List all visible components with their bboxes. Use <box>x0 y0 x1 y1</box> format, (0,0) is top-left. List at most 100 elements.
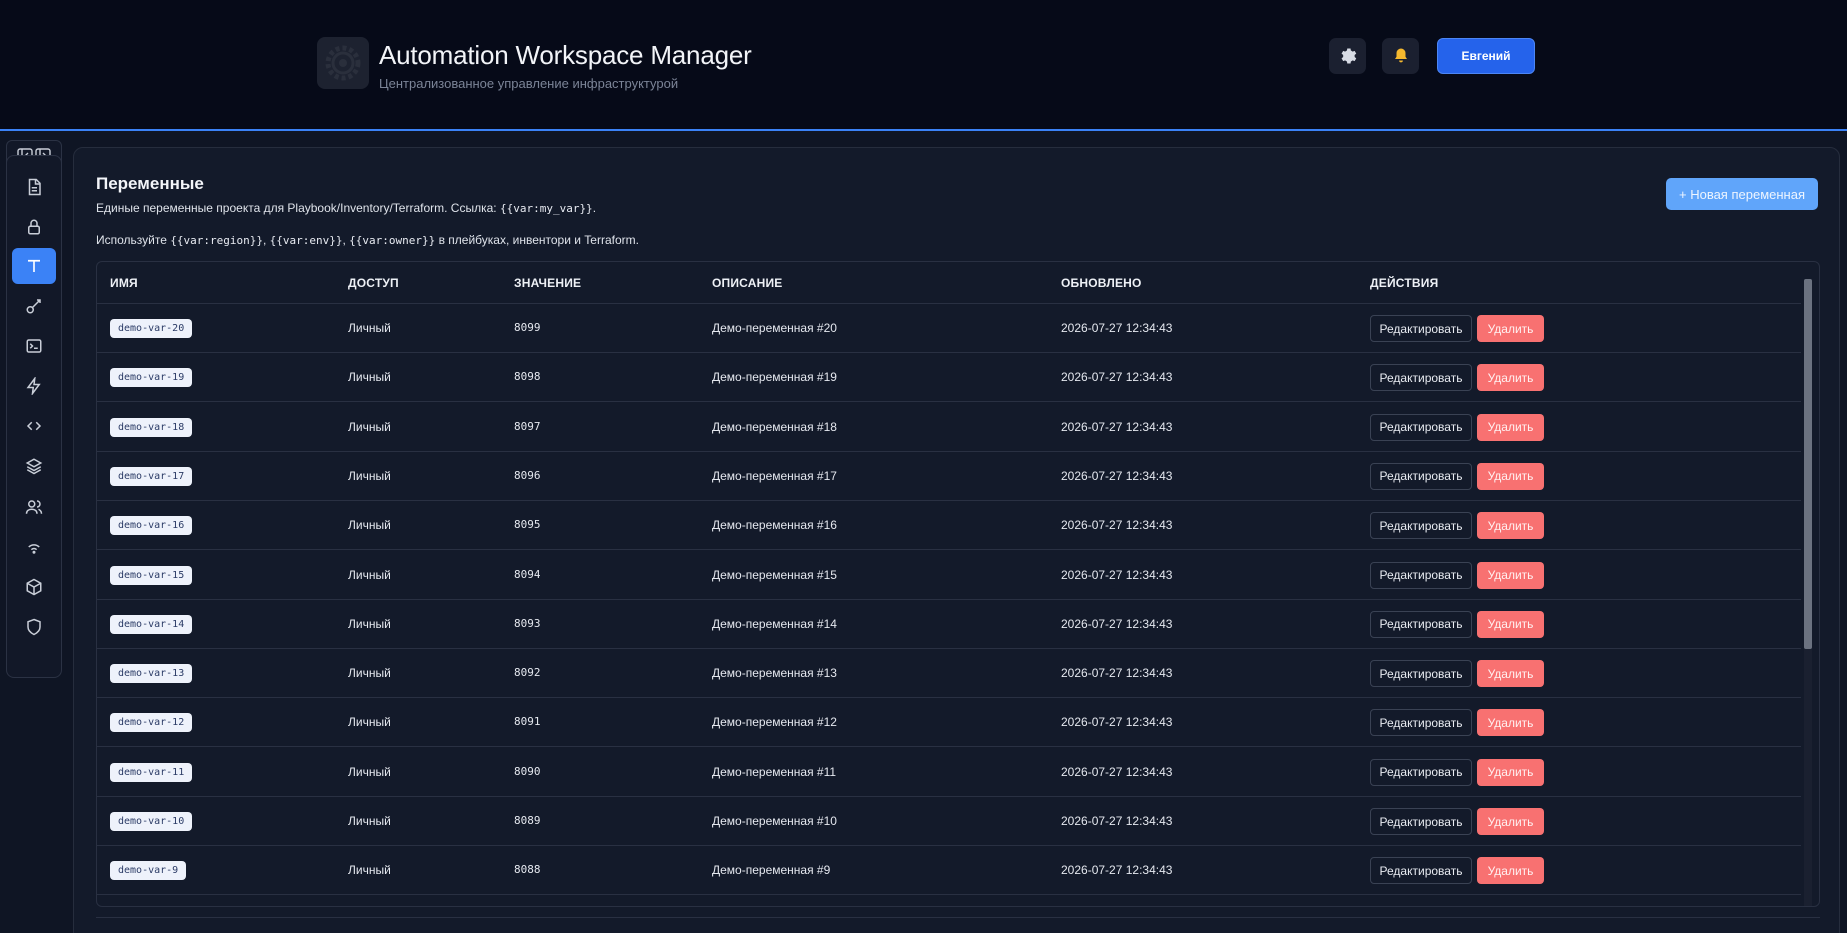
sidebar-item-security[interactable] <box>12 609 56 645</box>
text-icon <box>28 259 40 272</box>
table-row: demo-var-14 Личный 8093 Демо-переменная #14… <box>97 600 1801 649</box>
table-row: demo-var-16 Личный 8095 Демо-переменная #16… <box>97 501 1801 551</box>
delete-button[interactable]: Удалить <box>1477 462 1544 490</box>
variable-name-chip: demo-var-9 <box>110 861 187 881</box>
value-cell: 8088 <box>514 863 541 877</box>
value-cell: 8095 <box>514 518 541 532</box>
value-cell: 8098 <box>514 370 541 384</box>
updated-cell: 2026-07-27 12:34:43 <box>1061 567 1173 582</box>
access-cell: Личный <box>348 321 391 335</box>
column-header-updated[interactable]: ОБНОВЛЕНО <box>1061 276 1142 290</box>
edit-button[interactable]: Редактировать <box>1370 758 1472 786</box>
user-menu-button[interactable]: Евгений <box>1437 38 1535 74</box>
table-row: demo-var-10 Личный 8089 Демо-переменная #10… <box>97 797 1801 846</box>
column-header-access[interactable]: ДОСТУП <box>348 276 399 290</box>
variable-name-chip: demo-var-12 <box>110 713 193 733</box>
delete-button[interactable]: Удалить <box>1477 857 1544 885</box>
settings-button[interactable] <box>1329 38 1366 74</box>
variables-table: ИМЯ ДОСТУП ЗНАЧЕНИЕ ОПИСАНИЕ ОБНОВЛЕНО Д… <box>96 261 1820 907</box>
description-cell: Демо-переменная #17 <box>712 468 837 483</box>
variable-name-chip: demo-var-16 <box>110 516 193 536</box>
updated-cell: 2026-07-27 12:34:43 <box>1061 518 1173 533</box>
sidebar-item-keys[interactable] <box>12 288 56 324</box>
value-cell: 8094 <box>514 567 541 581</box>
delete-button[interactable]: Удалить <box>1477 561 1544 589</box>
value-cell: 8092 <box>514 666 541 680</box>
table-scrollbar-thumb[interactable] <box>1804 279 1812 649</box>
updated-cell: 2026-07-27 12:34:43 <box>1061 764 1173 779</box>
bolt-icon <box>26 377 41 395</box>
file-icon <box>28 178 41 196</box>
edit-button[interactable]: Редактировать <box>1370 512 1472 540</box>
table-row: demo-var-11 Личный 8090 Демо-переменная #11… <box>97 748 1801 797</box>
edit-button[interactable]: Редактировать <box>1370 660 1472 688</box>
description-cell: Демо-переменная #18 <box>712 419 837 434</box>
sidebar-item-packages[interactable] <box>12 569 56 605</box>
table-row: demo-var-13 Личный 8092 Демо-переменная #13… <box>97 649 1801 699</box>
variable-name-chip: demo-var-10 <box>110 812 193 831</box>
table-row: demo-var-12 Личный 8091 Демо-переменная #12… <box>97 698 1801 748</box>
wifi-icon <box>28 544 40 554</box>
sidebar-item-terminal[interactable] <box>12 328 56 364</box>
access-cell: Личный <box>348 616 391 631</box>
users-icon <box>25 500 43 514</box>
access-cell: Личный <box>348 370 391 385</box>
delete-button[interactable]: Удалить <box>1477 364 1544 392</box>
updated-cell: 2026-07-27 12:34:43 <box>1061 321 1173 335</box>
updated-cell: 2026-07-27 12:34:43 <box>1061 814 1173 828</box>
column-header-description[interactable]: ОПИСАНИЕ <box>712 276 783 290</box>
delete-button[interactable]: Удалить <box>1477 413 1544 441</box>
edit-button[interactable]: Редактировать <box>1370 364 1472 392</box>
sidebar-item-automation[interactable] <box>12 368 56 404</box>
delete-button[interactable]: Удалить <box>1477 709 1544 737</box>
value-cell: 8090 <box>514 764 541 778</box>
access-cell: Личный <box>348 518 391 533</box>
description-cell: Демо-переменная #10 <box>712 814 837 828</box>
value-cell: 8097 <box>514 419 541 433</box>
updated-cell: 2026-07-27 12:34:43 <box>1061 370 1173 385</box>
variable-name-chip: demo-var-13 <box>110 664 193 684</box>
sidebar-item-secrets[interactable] <box>12 209 56 245</box>
sidebar-item-layers[interactable] <box>12 448 56 484</box>
edit-button[interactable]: Редактировать <box>1370 857 1472 885</box>
delete-button[interactable]: Удалить <box>1477 512 1544 540</box>
access-cell: Личный <box>348 419 391 434</box>
sidebar-item-variables[interactable] <box>12 248 56 284</box>
new-variable-button[interactable]: + Новая переменная <box>1666 178 1818 210</box>
table-row: demo-var-17 Личный 8096 Демо-переменная #17… <box>97 452 1801 501</box>
app-subtitle: Централизованное управление инфраструкту… <box>379 76 679 91</box>
edit-button[interactable]: Редактировать <box>1370 808 1472 835</box>
sidebar-item-files[interactable] <box>12 169 56 205</box>
access-cell: Личный <box>348 715 391 730</box>
description-cell: Демо-переменная #20 <box>712 321 837 335</box>
edit-button[interactable]: Редактировать <box>1370 561 1472 589</box>
edit-button[interactable]: Редактировать <box>1370 610 1472 638</box>
delete-button[interactable]: Удалить <box>1477 660 1544 688</box>
page-title: Переменные <box>96 174 204 193</box>
delete-button[interactable]: Удалить <box>1477 610 1544 638</box>
sidebar-nav <box>6 155 62 678</box>
table-row: demo-var-19 Личный 8098 Демо-переменная #19… <box>97 353 1801 403</box>
delete-button[interactable]: Удалить <box>1477 758 1544 786</box>
sidebar-item-code[interactable] <box>12 408 56 444</box>
edit-button[interactable]: Редактировать <box>1370 413 1472 441</box>
key-icon <box>26 299 41 314</box>
column-header-value[interactable]: ЗНАЧЕНИЕ <box>514 276 581 290</box>
shield-icon <box>27 618 41 636</box>
table-row: demo-var-20 Личный 8099 Демо-переменная #20… <box>97 304 1801 353</box>
notifications-button[interactable] <box>1382 38 1419 74</box>
column-header-name[interactable]: ИМЯ <box>110 276 138 290</box>
access-cell: Личный <box>348 863 391 878</box>
description-cell: Демо-переменная #9 <box>712 863 831 878</box>
delete-button[interactable]: Удалить <box>1477 315 1544 342</box>
edit-button[interactable]: Редактировать <box>1370 462 1472 490</box>
edit-button[interactable]: Редактировать <box>1370 709 1472 737</box>
lock-icon <box>28 219 40 235</box>
sidebar-item-users[interactable] <box>12 489 56 525</box>
sidebar-item-network[interactable] <box>12 529 56 565</box>
description-cell: Демо-переменная #13 <box>712 666 837 681</box>
delete-button[interactable]: Удалить <box>1477 808 1544 835</box>
edit-button[interactable]: Редактировать <box>1370 315 1472 342</box>
updated-cell: 2026-07-27 12:34:43 <box>1061 616 1173 631</box>
table-row: demo-var-15 Личный 8094 Демо-переменная #15… <box>97 551 1801 600</box>
